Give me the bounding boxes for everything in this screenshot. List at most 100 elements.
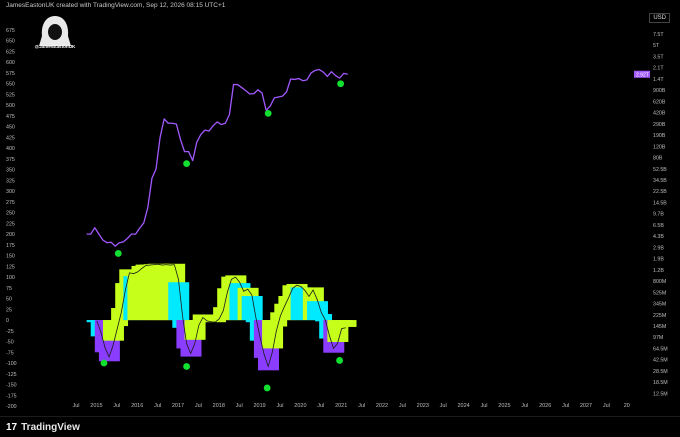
y-tick-label-left: -50 [6, 340, 14, 346]
y-tick-label-right: 34.5B [653, 178, 667, 184]
y-tick-label-right: 22.5B [653, 189, 667, 195]
y-tick-label-left: 125 [6, 264, 15, 270]
y-tick-label-right: 18.5M [653, 380, 668, 386]
x-tick-label: 2022 [376, 403, 388, 409]
y-tick-label-left: -200 [6, 404, 17, 410]
y-tick-label-left: 375 [6, 157, 15, 163]
y-tick-label-right: 120B [653, 144, 666, 150]
y-tick-label-left: 50 [6, 297, 12, 303]
y-tick-label-left: 25 [6, 307, 12, 313]
x-tick-label: Jul [358, 403, 365, 409]
y-tick-label-right: 64.5M [653, 346, 668, 352]
x-tick-label: Jul [603, 403, 610, 409]
y-tick-label-right: 97M [653, 335, 663, 341]
y-tick-label-left: 525 [6, 92, 15, 98]
x-tick-label: 20 [624, 403, 630, 409]
y-tick-label-right: 525M [653, 290, 666, 296]
y-tick-label-right: 2.9B [653, 245, 664, 251]
x-tick-label: 2015 [90, 403, 102, 409]
bottom-signal-marker [263, 384, 271, 392]
bottom-signal-marker [264, 109, 272, 117]
bottom-signal-marker [183, 160, 191, 168]
y-tick-label-left: 175 [6, 243, 15, 249]
y-tick-label-right: 225M [653, 313, 666, 319]
x-tick-label: 2023 [417, 403, 429, 409]
y-tick-label-left: -25 [6, 329, 14, 335]
y-tick-label-left: 275 [6, 200, 15, 206]
y-tick-label-left: 0 [6, 318, 9, 324]
histogram-bar [266, 320, 288, 327]
y-tick-label-right: 14.5B [653, 200, 667, 206]
y-tick-label-left: 350 [6, 168, 15, 174]
y-tick-label-left: 200 [6, 232, 15, 238]
y-tick-label-left: 475 [6, 114, 15, 120]
bottom-signal-marker [337, 80, 345, 88]
x-tick-label: 2024 [457, 403, 469, 409]
y-tick-label-left: 550 [6, 82, 15, 88]
y-tick-label-right: 290B [653, 122, 666, 128]
y-tick-label-right: 900B [653, 88, 666, 94]
x-tick-label: Jul [72, 403, 79, 409]
histogram-bar [168, 282, 190, 321]
x-tick-label: 2017 [172, 403, 184, 409]
y-tick-label-right: 3.5T [653, 54, 664, 60]
y-tick-label-left: 150 [6, 254, 15, 260]
y-tick-label-right: 145M [653, 324, 666, 330]
y-tick-label-left: -100 [6, 361, 17, 367]
chart-canvas: 6756506256005755505255004754504254003753… [6, 28, 668, 410]
y-tick-label-right: 620B [653, 99, 666, 105]
histogram-bar [335, 320, 357, 327]
y-tick-label-left: 250 [6, 211, 15, 217]
y-tick-label-left: -125 [6, 372, 17, 378]
x-tick-label: 2021 [335, 403, 347, 409]
y-tick-label-left: 100 [6, 275, 15, 281]
x-tick-label: Jul [276, 403, 283, 409]
y-tick-label-right: 345M [653, 302, 666, 308]
x-tick-label: Jul [399, 403, 406, 409]
y-tick-label-right: 42.5M [653, 358, 668, 364]
x-tick-label: 2027 [580, 403, 592, 409]
x-tick-label: 2020 [294, 403, 306, 409]
x-tick-label: 2016 [131, 403, 143, 409]
x-tick-label: 2019 [253, 403, 265, 409]
y-tick-label-right: 800M [653, 279, 666, 285]
x-tick-label: 2026 [539, 403, 551, 409]
histogram-bar [311, 314, 333, 321]
y-tick-label-left: 300 [6, 189, 15, 195]
tradingview-logo[interactable]: 17 TradingView [6, 422, 80, 433]
y-tick-label-right: 1.2B [653, 268, 664, 274]
y-tick-label-right: 28.5M [653, 369, 668, 375]
bottom-signal-marker [183, 363, 191, 370]
y-tick-label-left: 450 [6, 125, 15, 131]
tradingview-brand: TradingView [21, 422, 80, 433]
y-tick-label-left: 500 [6, 103, 15, 109]
x-tick-label: Jul [521, 403, 528, 409]
chart-screenshot: JamesEastonUK created with TradingView.c… [0, 0, 680, 437]
y-tick-label-right: 80B [653, 156, 663, 162]
y-tick-label-left: 575 [6, 71, 15, 77]
y-tick-label-left: 325 [6, 178, 15, 184]
y-tick-label-left: 225 [6, 221, 15, 227]
histogram-bar [241, 295, 263, 321]
y-tick-label-right: 7.5T [653, 32, 664, 38]
y-tick-label-left: 650 [6, 39, 15, 45]
y-tick-label-left: -150 [6, 383, 17, 389]
y-tick-label-left: 675 [6, 28, 15, 34]
last-value-label: 2.92T [636, 72, 649, 78]
x-tick-label: Jul [154, 403, 161, 409]
y-tick-label-left: 425 [6, 135, 15, 141]
y-tick-label-right: 1.9B [653, 257, 664, 263]
x-tick-label: Jul [113, 403, 120, 409]
bottom-signal-marker [336, 357, 343, 364]
x-tick-label: Jul [317, 403, 324, 409]
y-tick-label-right: 190B [653, 133, 666, 139]
y-tick-label-right: 1.4T [653, 77, 664, 83]
y-tick-label-right: 52.5B [653, 167, 667, 173]
footer-bar: 17 TradingView [0, 416, 680, 437]
x-tick-label: Jul [195, 403, 202, 409]
bottom-signal-marker [100, 359, 108, 367]
histogram-bar [184, 320, 206, 340]
tradingview-mark-icon: 17 [6, 422, 18, 433]
y-tick-label-right: 2.1T [653, 66, 664, 72]
price-line [86, 68, 348, 247]
